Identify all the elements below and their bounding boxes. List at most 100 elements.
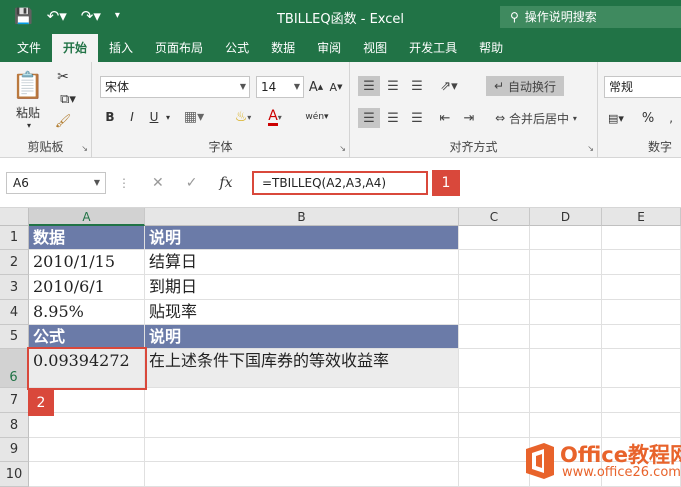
bold-button[interactable]: B <box>102 108 118 126</box>
cancel-icon[interactable]: ✕ <box>152 172 164 194</box>
empty-cell[interactable] <box>602 226 681 250</box>
row-header-7[interactable]: 7 <box>0 388 29 413</box>
tab-data[interactable]: 数据 <box>260 34 306 62</box>
cell-a5[interactable]: 公式 <box>29 325 145 349</box>
row-header-10[interactable]: 10 <box>0 462 29 487</box>
paste-button[interactable]: 粘贴 <box>8 104 48 120</box>
empty-cell[interactable] <box>459 349 530 388</box>
cell-a1[interactable]: 数据 <box>29 226 145 250</box>
row-header-2[interactable]: 2 <box>0 250 29 275</box>
cell-b2[interactable]: 结算日 <box>145 250 459 275</box>
empty-cell[interactable] <box>459 325 530 349</box>
empty-cell[interactable] <box>459 250 530 275</box>
align-right-icon[interactable]: ☰ <box>406 108 428 128</box>
empty-cell[interactable] <box>530 250 602 275</box>
empty-cell[interactable] <box>602 300 681 325</box>
tab-help[interactable]: 帮助 <box>468 34 514 62</box>
empty-cell[interactable] <box>602 325 681 349</box>
tab-file[interactable]: 文件 <box>6 34 52 62</box>
format-painter-icon[interactable]: 🖌 <box>54 112 72 130</box>
middle-align-icon[interactable]: ☰ <box>382 76 404 96</box>
name-box[interactable]: A6 ▼ <box>6 172 106 194</box>
cut-icon[interactable]: ✂ <box>54 68 72 86</box>
row-header-8[interactable]: 8 <box>0 413 29 438</box>
tab-developer[interactable]: 开发工具 <box>398 34 468 62</box>
row-header-5[interactable]: 5 <box>0 325 29 349</box>
empty-cell[interactable] <box>459 413 530 438</box>
empty-cell[interactable] <box>602 349 681 388</box>
empty-cell[interactable] <box>459 300 530 325</box>
tab-page-layout[interactable]: 页面布局 <box>144 34 214 62</box>
empty-cell[interactable] <box>145 413 459 438</box>
empty-cell[interactable] <box>145 462 459 487</box>
decrease-indent-icon[interactable]: ⇤ <box>434 108 456 128</box>
column-header-d[interactable]: D <box>530 208 602 226</box>
empty-cell[interactable] <box>530 275 602 300</box>
cell-a4[interactable]: 8.95% <box>29 300 145 325</box>
align-left-icon[interactable]: ☰ <box>358 108 380 128</box>
insert-function-icon[interactable]: fx <box>219 172 232 194</box>
cell-b4[interactable]: 贴现率 <box>145 300 459 325</box>
enter-icon[interactable]: ✓ <box>186 172 198 194</box>
font-name-dropdown[interactable]: 宋体 ▼ <box>100 76 250 98</box>
row-header-4[interactable]: 4 <box>0 300 29 325</box>
cell-a3[interactable]: 2010/6/1 <box>29 275 145 300</box>
cell-b5[interactable]: 说明 <box>145 325 459 349</box>
row-header-9[interactable]: 9 <box>0 438 29 462</box>
empty-cell[interactable] <box>530 413 602 438</box>
empty-cell[interactable] <box>602 275 681 300</box>
empty-cell[interactable] <box>29 438 145 462</box>
formula-input[interactable]: =TBILLEQ(A2,A3,A4) <box>252 171 428 195</box>
row-header-6[interactable]: 6 <box>0 349 29 388</box>
empty-cell[interactable] <box>29 462 145 487</box>
cell-a2[interactable]: 2010/1/15 <box>29 250 145 275</box>
tab-home[interactable]: 开始 <box>52 34 99 62</box>
tab-insert[interactable]: 插入 <box>98 34 144 62</box>
orientation-icon[interactable]: ⇗▾ <box>434 76 464 96</box>
font-size-dropdown[interactable]: 14 ▼ <box>256 76 304 98</box>
empty-cell[interactable] <box>530 226 602 250</box>
tab-formulas[interactable]: 公式 <box>214 34 260 62</box>
empty-cell[interactable] <box>459 388 530 413</box>
fill-color-icon[interactable]: ♨ ▾ <box>230 106 256 128</box>
empty-cell[interactable] <box>29 413 145 438</box>
align-center-icon[interactable]: ☰ <box>382 108 404 128</box>
phonetic-icon[interactable]: wén ▾ <box>302 106 332 128</box>
grow-font-icon[interactable]: A ▲ <box>308 78 324 96</box>
paste-dropdown-icon[interactable]: ▾ <box>24 120 34 130</box>
cell-b3[interactable]: 到期日 <box>145 275 459 300</box>
empty-cell[interactable] <box>530 349 602 388</box>
copy-icon[interactable]: ⧉▾ <box>54 90 82 108</box>
wrap-text-button[interactable]: ↵ 自动换行 <box>486 76 564 96</box>
number-format-dropdown[interactable]: 常规 <box>604 76 681 98</box>
row-header-3[interactable]: 3 <box>0 275 29 300</box>
search-box[interactable]: ⚲ 操作说明搜索 <box>500 6 681 28</box>
comma-style-icon[interactable]: ‚ <box>664 108 678 128</box>
shrink-font-icon[interactable]: A ▼ <box>328 78 344 96</box>
column-header-a[interactable]: A <box>29 208 145 226</box>
bottom-align-icon[interactable]: ☰ <box>406 76 428 96</box>
column-header-c[interactable]: C <box>459 208 530 226</box>
borders-icon[interactable]: ▦▾ <box>182 108 206 126</box>
percent-button[interactable]: % <box>638 108 658 128</box>
alignment-launcher-icon[interactable]: ↘ <box>587 144 594 153</box>
cell-b6[interactable]: 在上述条件下国库券的等效收益率 <box>145 349 459 388</box>
merge-center-button[interactable]: ⇔ 合并后居中 ▾ <box>486 108 586 128</box>
column-header-e[interactable]: E <box>602 208 681 226</box>
empty-cell[interactable] <box>145 388 459 413</box>
underline-dropdown-icon[interactable]: ▾ <box>162 108 174 126</box>
empty-cell[interactable] <box>602 388 681 413</box>
underline-button[interactable]: U <box>146 108 162 126</box>
accounting-icon[interactable]: ▤▾ <box>606 108 626 128</box>
clipboard-launcher-icon[interactable]: ↘ <box>81 144 88 153</box>
increase-indent-icon[interactable]: ⇥ <box>458 108 480 128</box>
select-all-corner[interactable] <box>0 208 29 226</box>
font-color-icon[interactable]: A ▾ <box>262 106 288 128</box>
empty-cell[interactable] <box>145 438 459 462</box>
paste-icon[interactable]: 📋 <box>10 68 46 104</box>
font-launcher-icon[interactable]: ↘ <box>339 144 346 153</box>
empty-cell[interactable] <box>602 413 681 438</box>
top-align-icon[interactable]: ☰ <box>358 76 380 96</box>
empty-cell[interactable] <box>530 388 602 413</box>
italic-button[interactable]: I <box>124 108 140 126</box>
